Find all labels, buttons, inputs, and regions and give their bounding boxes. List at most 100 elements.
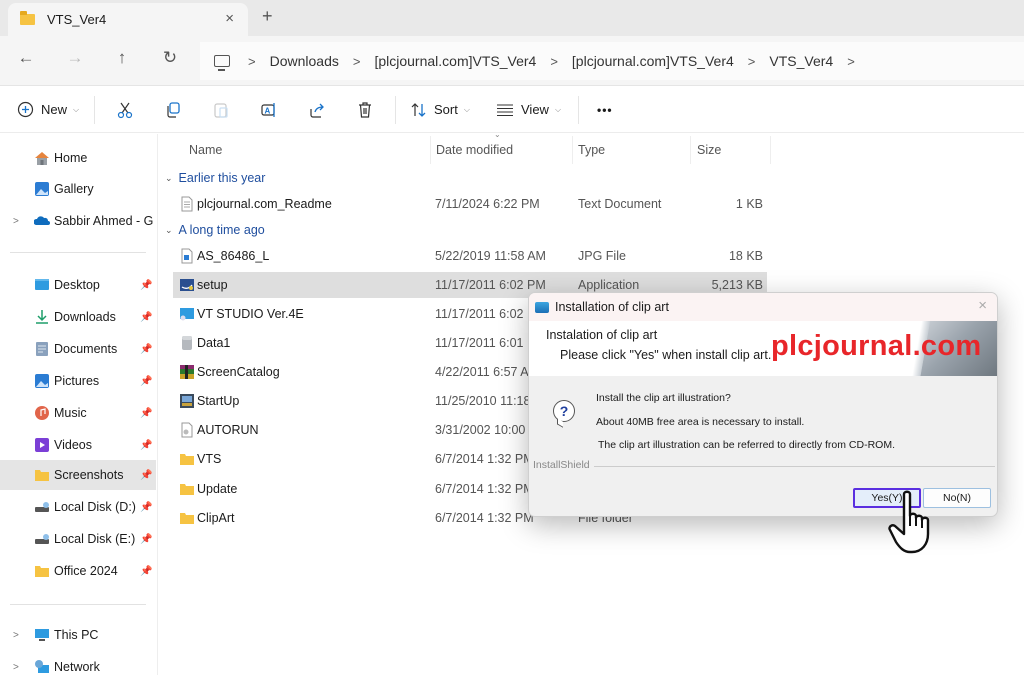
sidebar-item-onedrive[interactable]: > Sabbir Ahmed - Glo [0,206,156,236]
collapse-chevron-icon[interactable]: ⌄ [165,225,173,236]
videos-icon [35,438,49,452]
pin-icon[interactable]: 📌 [140,344,152,355]
expand-chevron-icon[interactable]: > [13,216,19,227]
file-name: ClipArt [197,511,235,525]
pin-icon[interactable]: 📌 [140,280,152,291]
sidebar-item-office-2024[interactable]: Office 2024 📌 [0,556,156,586]
refresh-button[interactable]: ↻ [158,48,182,68]
sidebar-divider [10,252,146,253]
pin-icon[interactable]: 📌 [140,408,152,419]
column-header-date-modified[interactable]: Date modified [431,136,573,164]
chevron-right-icon[interactable]: > [847,54,855,69]
sidebar-item-network[interactable]: > Network [0,652,156,675]
up-button[interactable]: ↑ [110,48,134,68]
sort-button[interactable]: Sort ⌵ [402,102,482,118]
forward-button[interactable]: → [63,48,87,68]
installshield-label: InstallShield [533,459,594,471]
share-button[interactable] [293,101,341,119]
file-row[interactable]: AS_86486_L 5/22/2019 11:58 AM JPG File 1… [173,243,767,269]
close-tab-icon[interactable]: × [225,10,234,27]
cut-icon [117,102,133,118]
column-header-label: Name [189,143,223,157]
new-tab-button[interactable]: + [262,6,273,27]
view-label: View [521,102,549,117]
collapse-chevron-icon[interactable]: ⌄ [165,173,173,184]
delete-button[interactable] [341,101,389,119]
chevron-right-icon[interactable]: > [748,54,756,69]
file-date: 6/7/2014 1:32 PM [435,511,534,525]
pin-icon[interactable]: 📌 [140,566,152,577]
autorun-icon [181,422,193,438]
sidebar-item-gallery[interactable]: Gallery [0,174,156,204]
breadcrumb-vts-ver4[interactable]: VTS_Ver4 [769,53,833,69]
group-label: Earlier this year [178,171,266,185]
file-type: JPG File [578,249,626,263]
chevron-down-icon: ⌵ [463,104,470,114]
pin-icon[interactable]: 📌 [140,376,152,387]
sidebar-item-screenshots[interactable]: Screenshots 📌 [0,460,156,490]
sidebar-item-label: Documents [54,342,118,356]
new-label: New [41,102,68,117]
chevron-right-icon[interactable]: > [248,54,256,69]
archive-icon [180,365,194,379]
sidebar-item-label: Local Disk (E:) [54,532,136,546]
view-button[interactable]: View ⌵ [482,102,572,117]
chevron-right-icon[interactable]: > [353,54,361,69]
group-header-earlier-this-year[interactable]: ⌄ Earlier this year [165,166,265,190]
expand-chevron-icon[interactable]: > [13,662,19,673]
navigation-pane: Home Gallery > Sabbir Ahmed - Glo Deskto… [0,134,158,675]
file-name: Update [197,482,238,496]
pin-icon[interactable]: 📌 [140,312,152,323]
file-date: 5/22/2019 11:58 AM [435,249,546,263]
back-button[interactable]: ← [14,48,38,68]
expand-chevron-icon[interactable]: > [13,630,19,641]
pin-icon[interactable]: 📌 [140,502,152,513]
sidebar-item-music[interactable]: Music 📌 [0,398,156,428]
breadcrumb-plcjournal-1[interactable]: [plcjournal.com]VTS_Ver4 [374,53,536,69]
vtstudio-icon [180,308,194,321]
breadcrumb-downloads[interactable]: Downloads [270,53,339,69]
sidebar-item-local-disk-d[interactable]: Local Disk (D:) 📌 [0,492,156,522]
dialog-close-button[interactable]: × [978,297,987,314]
paste-button[interactable] [197,101,245,119]
installer-app-icon [535,301,549,313]
chevron-right-icon[interactable]: > [550,54,558,69]
new-button[interactable]: New ⌵ [0,101,88,118]
sidebar-item-downloads[interactable]: Downloads 📌 [0,302,156,332]
column-header-size[interactable]: Size [691,136,771,164]
rename-button[interactable]: A [245,101,293,119]
network-icon [35,660,49,673]
address-bar[interactable]: > Downloads > [plcjournal.com]VTS_Ver4 >… [200,42,1024,80]
group-header-a-long-time-ago[interactable]: ⌄ A long time ago [165,218,265,242]
folder-icon [35,470,49,481]
pin-icon[interactable]: 📌 [140,534,152,545]
gallery-icon [35,182,49,196]
navigation-bar: ← → ↑ ↻ > Downloads > [plcjournal.com]VT… [0,36,1024,86]
column-header-type[interactable]: Type [573,136,691,164]
folder-icon [180,513,194,524]
file-type: Application [578,278,640,292]
column-header-name[interactable]: Name [181,136,431,164]
command-bar: New ⌵ A Sort ⌵ View ⌵ ••• [0,87,1024,133]
tab-vts-ver4[interactable]: VTS_Ver4 × [8,3,248,36]
file-row[interactable]: plcjournal.com_Readme 7/11/2024 6:22 PM … [173,191,767,217]
sidebar-item-videos[interactable]: Videos 📌 [0,430,156,460]
dialog-title-bar[interactable]: Installation of clip art × [529,293,997,321]
sidebar-item-this-pc[interactable]: > This PC [0,620,156,650]
sidebar-item-desktop[interactable]: Desktop 📌 [0,270,156,300]
tab-title: VTS_Ver4 [47,12,107,27]
sidebar-item-documents[interactable]: Documents 📌 [0,334,156,364]
this-pc-icon[interactable] [214,55,230,71]
this-pc-icon [35,629,49,641]
sidebar-item-local-disk-e[interactable]: Local Disk (E:) 📌 [0,524,156,554]
folder-icon [35,566,49,577]
copy-button[interactable] [149,101,197,119]
sidebar-item-home[interactable]: Home [0,143,156,173]
pin-icon[interactable]: 📌 [140,440,152,451]
file-name: AS_86486_L [197,249,270,263]
cut-button[interactable] [101,101,149,119]
breadcrumb-plcjournal-2[interactable]: [plcjournal.com]VTS_Ver4 [572,53,734,69]
more-options-button[interactable]: ••• [585,103,613,117]
sidebar-item-pictures[interactable]: Pictures 📌 [0,366,156,396]
pin-icon[interactable]: 📌 [140,470,152,481]
